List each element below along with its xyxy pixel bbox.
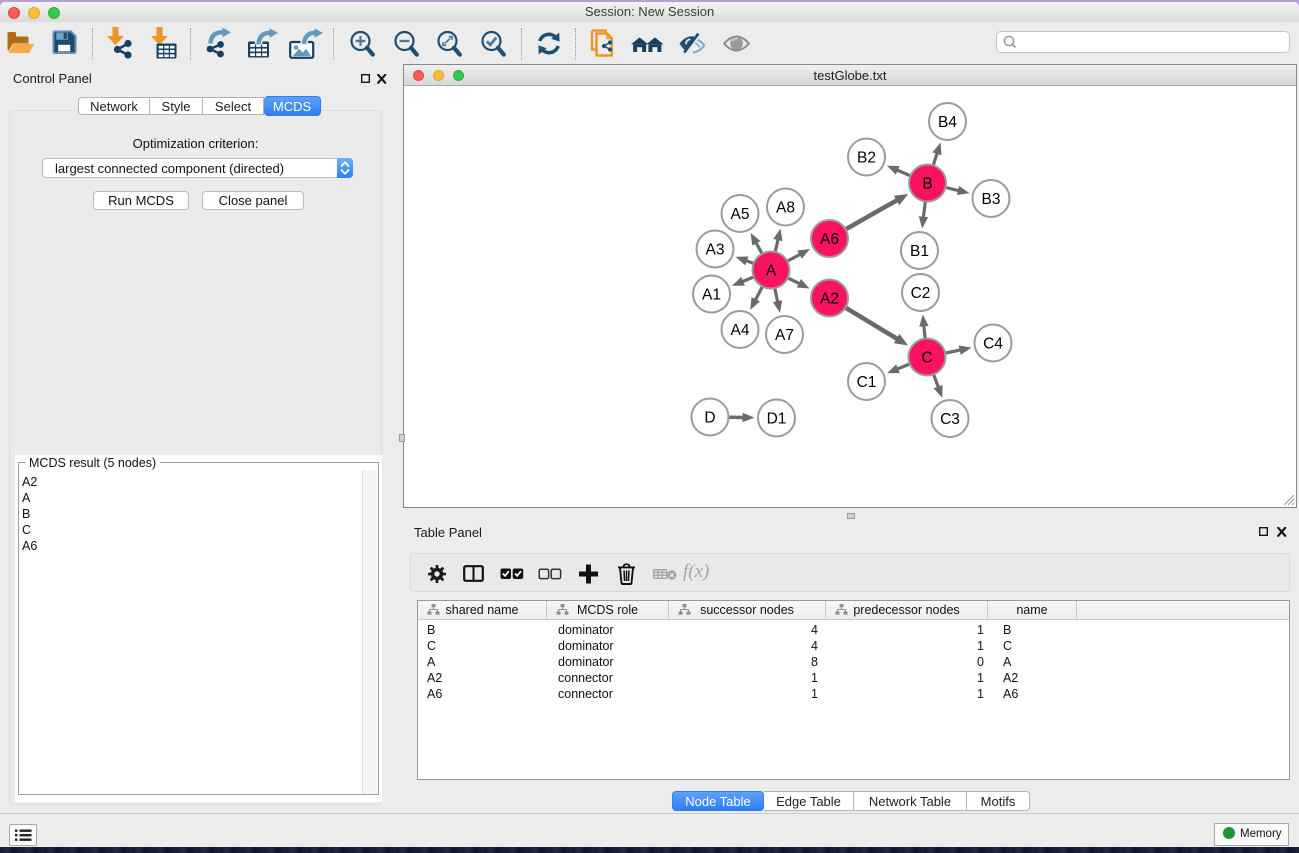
svg-text:A8: A8 <box>776 200 795 217</box>
svg-text:C1: C1 <box>857 374 877 391</box>
svg-text:B2: B2 <box>857 150 876 167</box>
svg-text:A3: A3 <box>706 242 725 259</box>
svg-text:B1: B1 <box>910 243 929 260</box>
svg-text:C2: C2 <box>911 285 931 302</box>
svg-text:A4: A4 <box>731 322 750 339</box>
svg-text:A7: A7 <box>775 327 794 344</box>
svg-text:D1: D1 <box>767 411 787 428</box>
svg-text:C: C <box>921 350 932 367</box>
svg-text:A6: A6 <box>820 231 839 248</box>
svg-text:A1: A1 <box>702 287 721 304</box>
svg-text:A2: A2 <box>820 291 839 308</box>
svg-text:A5: A5 <box>731 206 750 223</box>
svg-text:A: A <box>766 263 777 280</box>
svg-text:D: D <box>704 410 715 427</box>
svg-text:B3: B3 <box>982 191 1001 208</box>
svg-text:B4: B4 <box>938 114 957 131</box>
svg-text:C4: C4 <box>983 336 1003 353</box>
svg-text:B: B <box>922 176 932 193</box>
svg-text:C3: C3 <box>940 411 960 428</box>
